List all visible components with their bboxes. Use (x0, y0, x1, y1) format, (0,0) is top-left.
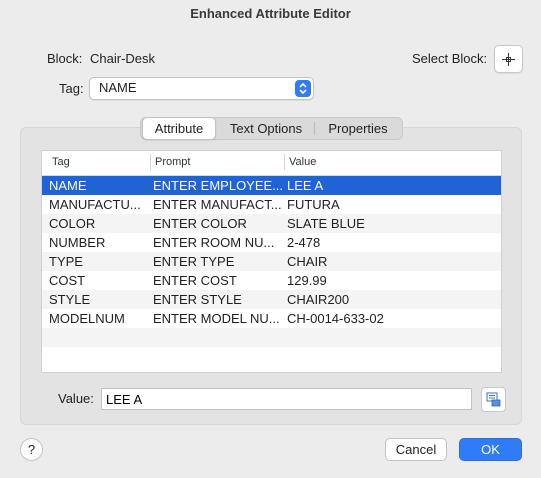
cell-value: CHAIR200 (287, 292, 350, 307)
column-header-prompt[interactable]: Prompt (155, 156, 190, 168)
column-divider (284, 154, 285, 170)
column-header-tag[interactable]: Tag (52, 156, 70, 168)
tab-attribute[interactable]: Attribute (142, 117, 216, 140)
cell-tag: NAME (49, 178, 87, 193)
cell-value: FUTURA (287, 197, 340, 212)
cell-prompt: ENTER ROOM NU... (153, 235, 275, 250)
table-row[interactable]: NAME ENTER EMPLOYEE... LEE A (42, 176, 501, 195)
tag-dropdown-value: NAME (99, 80, 137, 95)
cell-prompt: ENTER STYLE (153, 292, 242, 307)
value-input[interactable] (106, 391, 466, 407)
ok-button[interactable]: OK (459, 438, 522, 461)
empty-row (42, 328, 501, 347)
table-row[interactable]: TYPE ENTER TYPE CHAIR (42, 252, 501, 271)
empty-row (42, 347, 501, 366)
cell-value: SLATE BLUE (287, 216, 365, 231)
cell-tag: MODELNUM (49, 311, 125, 326)
tag-dropdown[interactable]: NAME (89, 77, 314, 100)
cell-value: 129.99 (287, 273, 327, 288)
select-block-label: Select Block: (412, 51, 488, 66)
cell-tag: MANUFACTU... (49, 197, 141, 212)
cell-tag: NUMBER (49, 235, 106, 250)
field-editor-button[interactable] (481, 387, 506, 412)
select-block-button[interactable] (494, 45, 523, 73)
tab-properties[interactable]: Properties (317, 118, 399, 139)
window-title: Enhanced Attribute Editor (190, 6, 351, 21)
cell-prompt: ENTER EMPLOYEE... (153, 178, 284, 193)
value-field[interactable] (101, 388, 472, 410)
value-label: Value: (58, 391, 94, 406)
table-row[interactable]: MODELNUM ENTER MODEL NU... CH-0014-633-0… (42, 309, 501, 328)
table-row[interactable]: NUMBER ENTER ROOM NU... 2-478 (42, 233, 501, 252)
cell-value: CHAIR (287, 254, 328, 269)
block-label: Block: (47, 51, 83, 66)
table-row[interactable]: MANUFACTU... ENTER MANUFACT... FUTURA (42, 195, 501, 214)
cell-tag: TYPE (49, 254, 83, 269)
field-editor-icon (486, 392, 501, 407)
cell-prompt: ENTER COLOR (153, 216, 247, 231)
crosshair-icon (502, 53, 515, 66)
column-divider (150, 154, 151, 170)
cell-value: 2-478 (287, 235, 321, 250)
cell-tag: COLOR (49, 216, 96, 231)
cell-tag: STYLE (49, 292, 91, 307)
block-name: Chair-Desk (90, 51, 156, 66)
cell-prompt: ENTER MODEL NU... (153, 311, 280, 326)
table-header: Tag Prompt Value (42, 151, 501, 176)
table-row[interactable]: COST ENTER COST 129.99 (42, 271, 501, 290)
table-row[interactable]: STYLE ENTER STYLE CHAIR200 (42, 290, 501, 309)
cancel-button[interactable]: Cancel (385, 438, 447, 461)
cell-prompt: ENTER COST (153, 273, 237, 288)
table-row[interactable]: COLOR ENTER COLOR SLATE BLUE (42, 214, 501, 233)
attribute-table[interactable]: Tag Prompt Value NAME ENTER EMPLOYEE... … (41, 150, 502, 373)
tag-label: Tag: (59, 81, 84, 96)
help-button[interactable]: ? (20, 438, 43, 461)
column-header-value[interactable]: Value (289, 156, 316, 168)
chevron-updown-icon (295, 80, 311, 97)
tab-bar: Attribute Text Options Properties (140, 117, 403, 140)
cell-tag: COST (49, 273, 86, 288)
tab-text-options[interactable]: Text Options (219, 118, 313, 139)
tab-divider (314, 122, 315, 135)
cell-value: LEE A (287, 178, 324, 193)
cell-prompt: ENTER TYPE (153, 254, 235, 269)
cell-prompt: ENTER MANUFACT... (153, 197, 282, 212)
cell-value: CH-0014-633-02 (287, 311, 384, 326)
